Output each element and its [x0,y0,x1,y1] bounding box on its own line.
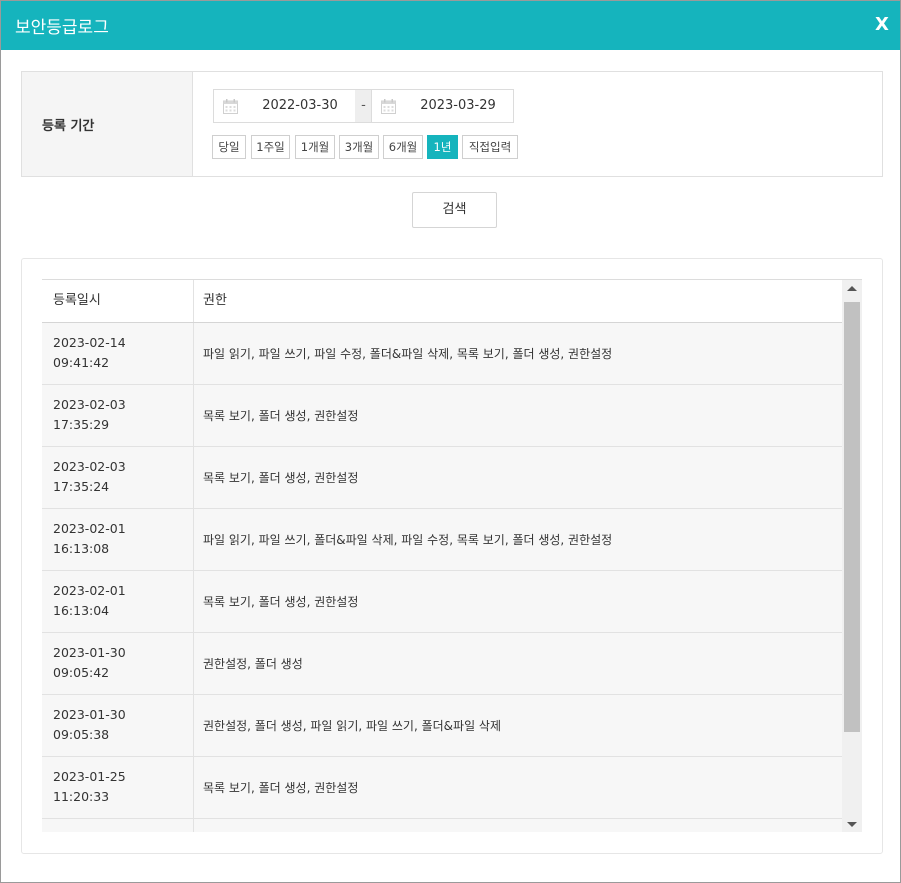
calendar-icon [223,99,238,114]
row-datetime: 2023-01-25 [42,819,194,832]
period-1year-button[interactable]: 1년 [427,135,458,159]
log-panel: 등록일시 권한 2023-02-14 09:41:42 파일 읽기, 파일 쓰기… [21,258,883,854]
row-permission: 목록 보기, 폴더 생성, 권한설정 [203,471,359,485]
modal-title: 보안등급로그 [15,18,109,38]
row-time: 11:20:33 [53,789,110,804]
row-time: 09:05:42 [53,665,110,680]
row-date: 2023-02-01 [53,521,126,536]
calendar-icon [381,99,396,114]
row-datetime: 2023-01-25 11:20:33 [42,757,194,818]
row-time: 16:13:08 [53,541,110,556]
row-date: 2023-02-03 [53,459,126,474]
vertical-scrollbar[interactable] [842,280,862,832]
row-time: 17:35:29 [53,417,110,432]
row-date: 2023-01-25 [53,769,126,784]
row-datetime: 2023-02-03 17:35:29 [42,385,194,446]
period-today-button[interactable]: 당일 [212,135,246,159]
table-row[interactable]: 2023-01-30 09:05:38 권한설정, 폴더 생성, 파일 읽기, … [42,695,842,757]
period-label: 등록 기간 [42,119,95,134]
column-divider [193,280,194,322]
scroll-up-arrow-icon[interactable] [847,286,857,291]
row-datetime: 2023-02-03 17:35:24 [42,447,194,508]
row-permission: 목록 보기, 폴더 생성, 권한설정 [203,409,359,423]
modal-header: 보안등급로그 X [1,1,900,50]
column-header-date: 등록일시 [53,293,101,308]
table-row[interactable]: 2023-02-03 17:35:29 목록 보기, 폴더 생성, 권한설정 [42,385,842,447]
row-datetime: 2023-01-30 09:05:38 [42,695,194,756]
table-row[interactable]: 2023-02-03 17:35:24 목록 보기, 폴더 생성, 권한설정 [42,447,842,509]
row-date: 2023-02-03 [53,397,126,412]
start-date-field[interactable]: 2022-03-30 [213,89,356,123]
row-time: 09:41:42 [53,355,110,370]
period-1week-button[interactable]: 1주일 [251,135,290,159]
period-6month-button[interactable]: 6개월 [383,135,423,159]
period-3month-button[interactable]: 3개월 [339,135,379,159]
row-permission: 목록 보기, 폴더 생성, 권한설정 [203,781,359,795]
close-icon[interactable]: X [874,15,890,35]
table-header: 등록일시 권한 [42,280,842,323]
table-row[interactable]: 2023-01-25 [42,819,842,832]
row-permission: 목록 보기, 폴더 생성, 권한설정 [203,595,359,609]
filter-panel: 등록 기간 2022-03-30 - 2023-03-29 당일 1주일 1개월… [21,71,883,177]
log-table: 등록일시 권한 2023-02-14 09:41:42 파일 읽기, 파일 쓰기… [42,279,862,832]
row-date: 2023-01-30 [53,645,126,660]
row-datetime: 2023-01-30 09:05:42 [42,633,194,694]
row-date: 2023-01-25 [53,831,126,832]
row-date: 2023-02-01 [53,583,126,598]
table-row[interactable]: 2023-02-01 16:13:04 목록 보기, 폴더 생성, 권한설정 [42,571,842,633]
security-level-log-modal: 보안등급로그 X 등록 기간 2022-03-30 - 2023-03-29 당… [0,0,901,883]
table-row[interactable]: 2023-02-01 16:13:08 파일 읽기, 파일 쓰기, 폴더&파일 … [42,509,842,571]
row-permission: 권한설정, 폴더 생성 [203,657,303,671]
row-datetime: 2023-02-01 16:13:04 [42,571,194,632]
row-permission: 파일 읽기, 파일 쓰기, 파일 수정, 폴더&파일 삭제, 목록 보기, 폴더… [203,347,613,361]
row-time: 09:05:38 [53,727,110,742]
row-date: 2023-02-14 [53,335,126,350]
table-row[interactable]: 2023-02-14 09:41:42 파일 읽기, 파일 쓰기, 파일 수정,… [42,323,842,385]
row-datetime: 2023-02-01 16:13:08 [42,509,194,570]
search-button[interactable]: 검색 [412,192,497,228]
table-body: 2023-02-14 09:41:42 파일 읽기, 파일 쓰기, 파일 수정,… [42,323,842,832]
row-datetime: 2023-02-14 09:41:42 [42,323,194,384]
row-permission: 권한설정, 폴더 생성, 파일 읽기, 파일 쓰기, 폴더&파일 삭제 [203,719,502,733]
row-time: 17:35:24 [53,479,110,494]
column-header-permission: 권한 [203,293,227,308]
period-custom-button[interactable]: 직접입력 [462,135,518,159]
filter-label-cell: 등록 기간 [22,72,193,176]
period-1month-button[interactable]: 1개월 [295,135,335,159]
table-row[interactable]: 2023-01-25 11:20:33 목록 보기, 폴더 생성, 권한설정 [42,757,842,819]
start-date-value: 2022-03-30 [262,98,338,113]
scroll-down-arrow-icon[interactable] [847,822,857,827]
table-row[interactable]: 2023-01-30 09:05:42 권한설정, 폴더 생성 [42,633,842,695]
end-date-field[interactable]: 2023-03-29 [371,89,514,123]
end-date-value: 2023-03-29 [420,98,496,113]
date-separator: - [355,89,372,123]
row-time: 16:13:04 [53,603,110,618]
scrollbar-thumb[interactable] [844,302,860,732]
row-date: 2023-01-30 [53,707,126,722]
row-permission: 파일 읽기, 파일 쓰기, 폴더&파일 삭제, 파일 수정, 목록 보기, 폴더… [203,533,613,547]
